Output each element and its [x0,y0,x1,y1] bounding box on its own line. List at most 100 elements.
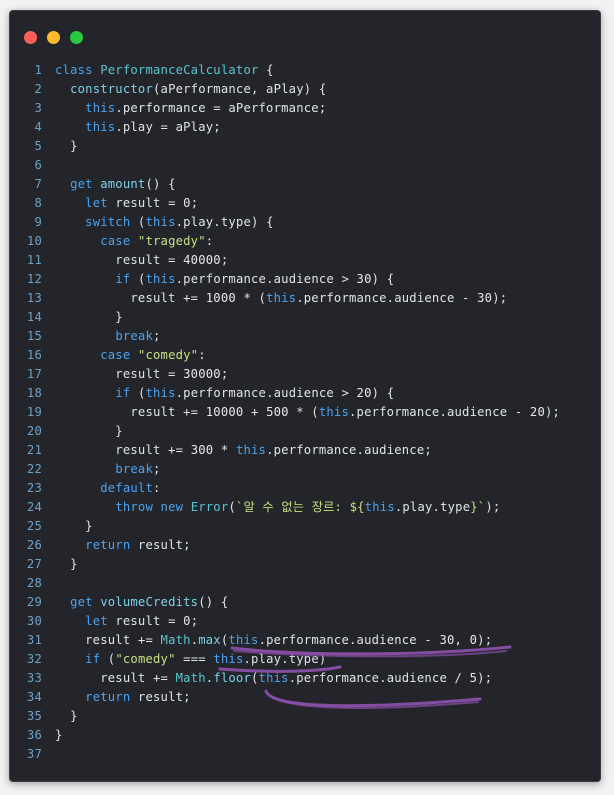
code-text: let result = 0; [55,612,198,631]
code-text: case "comedy": [55,346,206,365]
line-number: 23 [26,481,42,495]
code-token: 20 [356,386,372,400]
minimize-button[interactable] [47,31,60,44]
line-number: 31 [26,633,42,647]
code-line: 13 result += 1000 * (this.performance.au… [10,289,600,308]
code-token: this [145,386,176,400]
code-editor: 1 class PerformanceCalculator { 2 construc… [10,61,600,764]
line-number: 5 [34,139,42,153]
line-number: 2 [34,82,42,96]
line-number: 17 [26,367,42,381]
code-token: ) { [371,272,395,286]
code-line: 35 } [10,707,600,726]
code-token: .play.type) { [175,215,274,229]
line-number: 9 [34,215,42,229]
code-line: 15 break; [10,327,600,346]
code-token: .performance.audience - [296,291,478,305]
code-text: result = 40000; [55,251,228,270]
code-token: ; [220,253,229,267]
code-token: ; [190,614,199,628]
code-token: ; [153,329,161,343]
code-token: .performance.audience / [288,671,470,685]
code-token: result += [55,443,191,457]
code-text: } [55,555,78,574]
code-line: 26 return result; [10,536,600,555]
code-text: break; [55,327,161,346]
code-token: * [213,443,236,457]
code-line: 22 break; [10,460,600,479]
code-token: : [153,481,161,495]
code-token: } [55,709,78,723]
code-text: result += 300 * this.performance.audienc… [55,441,432,460]
code-text: result += 10000 + 500 * (this.performanc… [55,403,560,422]
code-token: 30 [439,633,455,647]
code-token: result; [137,690,191,704]
code-token: this [145,272,176,286]
code-token: ( [228,500,236,514]
code-line: 12 if (this.performance.audience > 30) { [10,270,600,289]
code-token: case [100,234,138,248]
code-line: 31 result += Math.max(this.performance.a… [10,631,600,650]
code-line: 33 result += Math.floor(this.performance… [10,669,600,688]
line-number: 12 [26,272,42,286]
code-token: result = [55,253,184,267]
code-token: this [266,291,297,305]
code-token: (aPerformance, aPlay) { [153,82,327,96]
code-text: result += Math.max(this.performance.audi… [55,631,492,650]
code-token: .performance.audience > [175,272,357,286]
code-token: Math [160,633,191,647]
code-token: this [228,633,259,647]
line-number: 18 [26,386,42,400]
code-text: result = 30000; [55,365,228,384]
line-number: 34 [26,690,42,704]
code-line: 3 this.performance = aPerformance; [10,99,600,118]
code-token: result += [55,405,206,419]
code-token: 1000 [205,291,236,305]
close-button[interactable] [24,31,37,44]
code-token: case [100,348,138,362]
code-token: } [55,519,93,533]
code-text: return result; [55,688,191,707]
code-token: constructor [70,82,153,96]
code-token: } [55,310,123,324]
code-token: ; [190,196,199,210]
code-token: Math [175,671,206,685]
code-token: ); [477,633,493,647]
code-token: throw new [115,500,191,514]
code-token: floor [213,671,251,685]
code-text: } [55,726,63,745]
code-text: default: [55,479,161,498]
line-number: 21 [26,443,42,457]
code-token: `알 수 없는 장르: ${ [235,500,365,514]
code-text: } [55,308,123,327]
code-token: volumeCredits [100,595,199,609]
code-token: .play.type) [243,652,327,666]
code-token: .performance.audience - [349,405,530,419]
line-number: 29 [26,595,42,609]
maximize-button[interactable] [70,31,83,44]
code-text: case "tragedy": [55,232,213,251]
code-token: amount [100,177,146,191]
code-text: get volumeCredits() { [55,593,228,612]
code-token: } [55,139,78,153]
code-token: 20 [529,405,545,419]
code-token: this [85,101,116,115]
code-token: this [258,671,289,685]
code-line: 11 result = 40000; [10,251,600,270]
code-token: .play = aPlay; [115,120,221,134]
code-text: switch (this.play.type) { [55,213,274,232]
code-window: 1 class PerformanceCalculator { 2 construc… [9,10,601,782]
code-line: 8 let result = 0; [10,194,600,213]
line-number: 24 [26,500,42,514]
code-token: ); [544,405,561,419]
code-line: 1 class PerformanceCalculator { [10,61,600,80]
code-token: return [85,690,138,704]
code-token: result += [55,291,206,305]
code-token: 30 [477,291,493,305]
code-token: "tragedy" [137,234,206,248]
